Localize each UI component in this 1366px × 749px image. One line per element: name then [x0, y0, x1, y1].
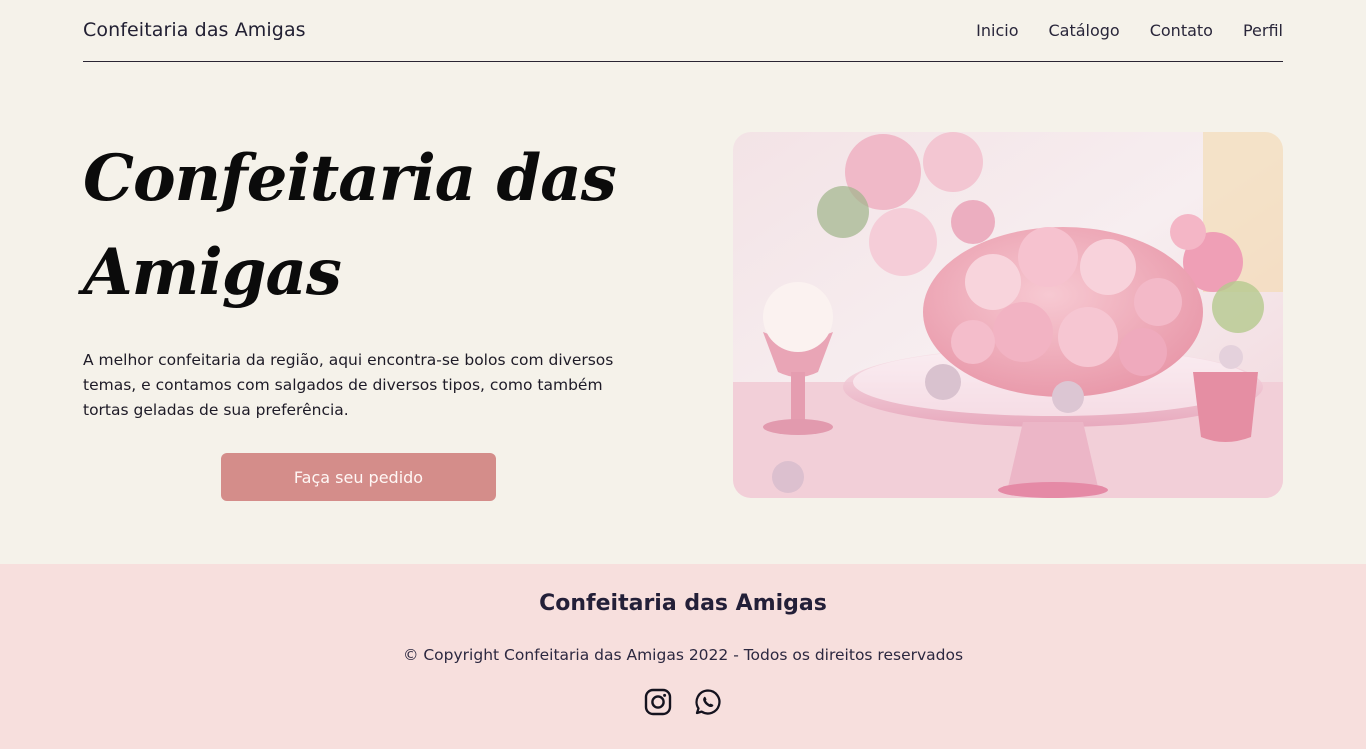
- site-footer: Confeitaria das Amigas © Copyright Confe…: [0, 564, 1366, 749]
- hero-description: A melhor confeitaria da região, aqui enc…: [83, 351, 614, 419]
- social-links: [0, 688, 1366, 716]
- main-nav: Inicio Catálogo Contato Perfil: [946, 21, 1283, 40]
- footer-copyright: © Copyright Confeitaria das Amigas 2022 …: [402, 646, 964, 664]
- whatsapp-icon[interactable]: [694, 688, 722, 716]
- site-header: Confeitaria das Amigas Inicio Catálogo C…: [83, 0, 1283, 62]
- hero-title: Confeitaria das Amigas: [83, 141, 617, 310]
- nav-link-contato[interactable]: Contato: [1150, 21, 1213, 40]
- hero-cake-image: [733, 132, 1283, 498]
- nav-link-catalogo[interactable]: Catálogo: [1048, 21, 1119, 40]
- order-button[interactable]: Faça seu pedido: [221, 453, 496, 501]
- footer-title: Confeitaria das Amigas: [539, 591, 827, 616]
- nav-link-inicio[interactable]: Inicio: [976, 21, 1018, 40]
- brand-logo-text[interactable]: Confeitaria das Amigas: [83, 19, 306, 41]
- nav-link-perfil[interactable]: Perfil: [1243, 21, 1283, 40]
- instagram-icon[interactable]: [644, 688, 672, 716]
